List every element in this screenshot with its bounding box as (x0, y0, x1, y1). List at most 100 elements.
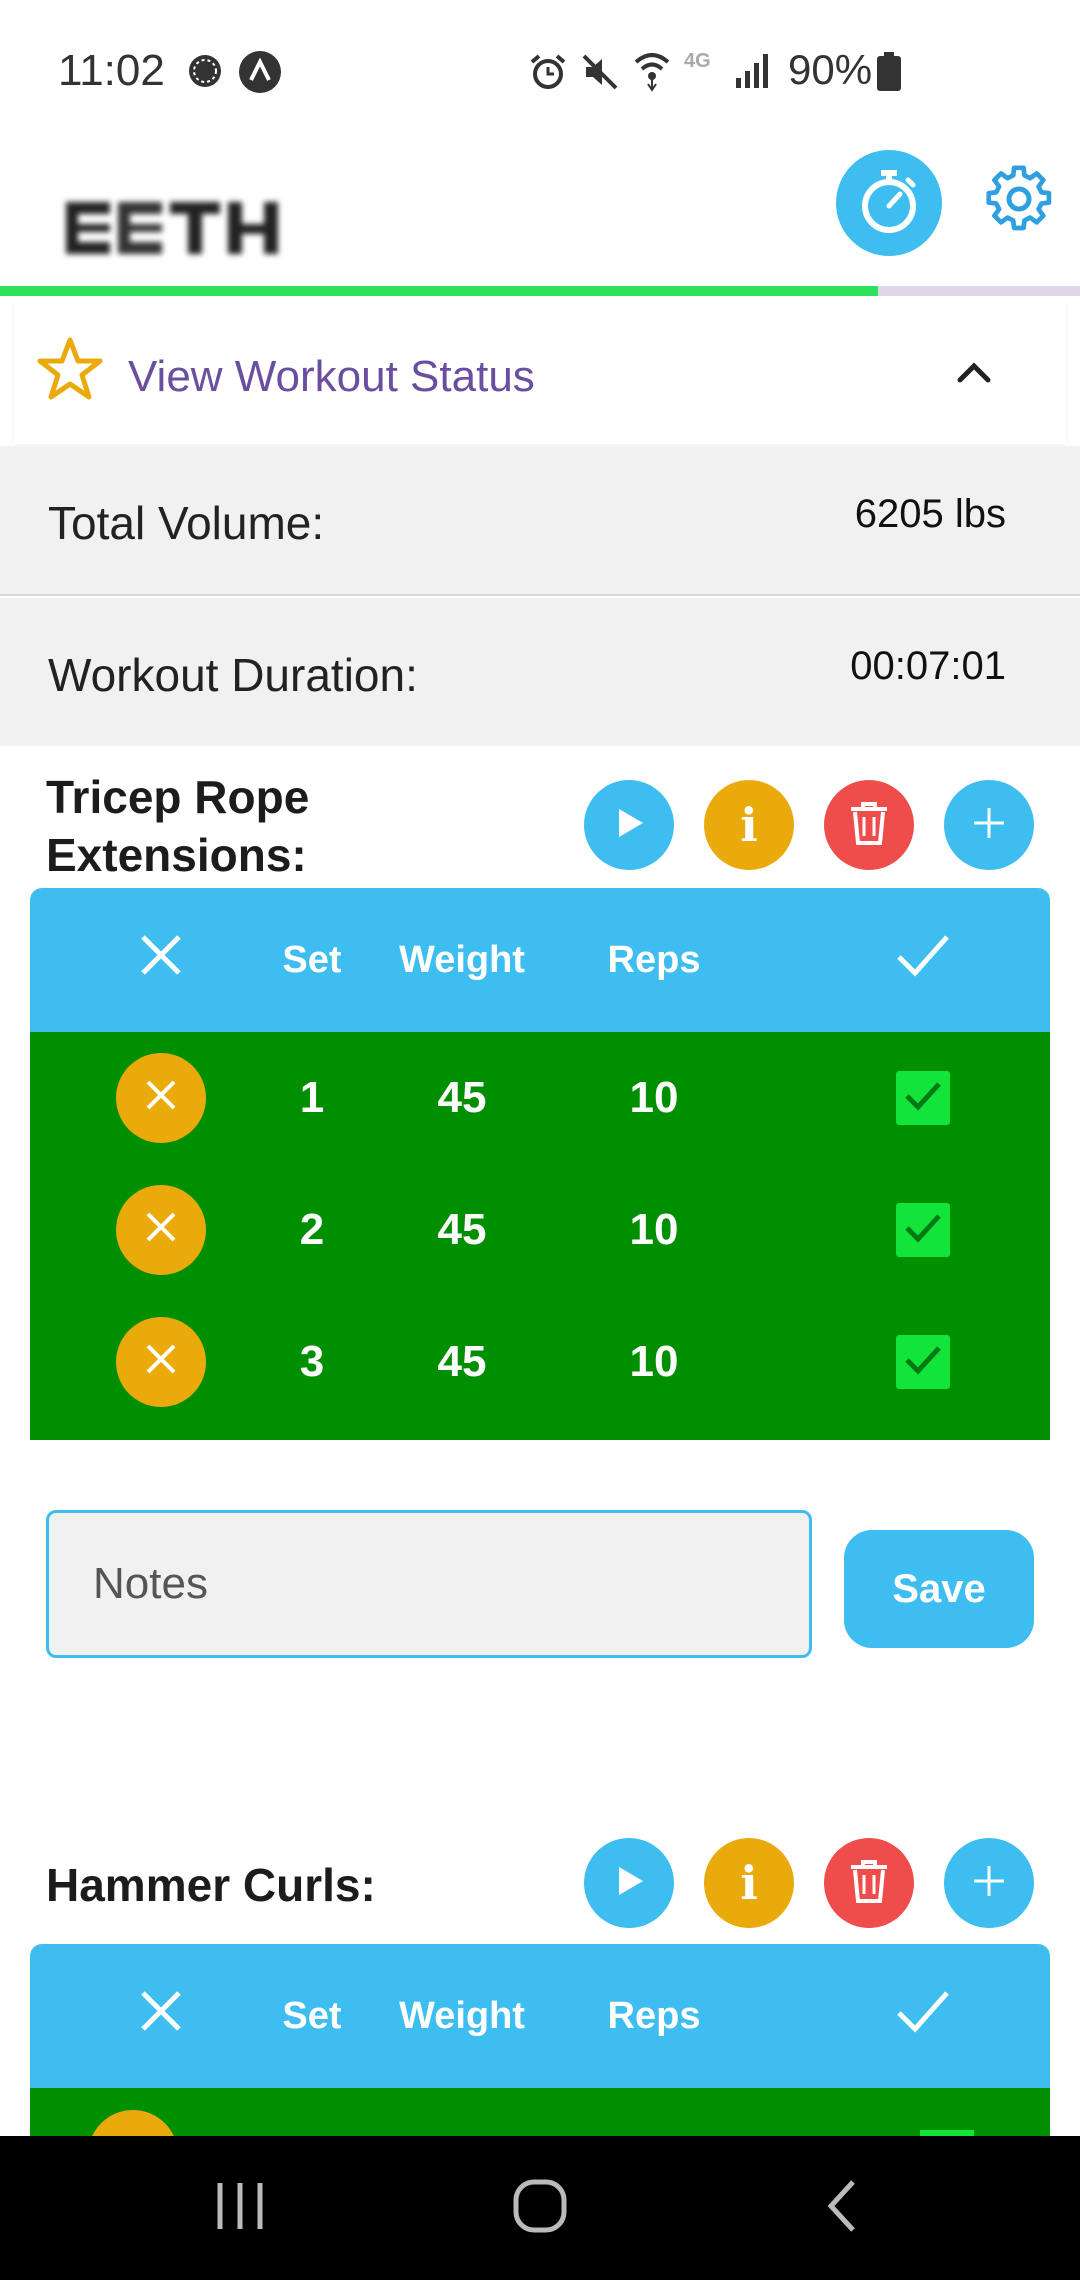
column-header-set: Set (282, 1994, 342, 2037)
sets-table-body (30, 2088, 1050, 2136)
sets-table-body: 1 45 10 2 45 10 3 45 10 (30, 1032, 1050, 1440)
add-set-button[interactable] (944, 780, 1034, 870)
home-icon (512, 2178, 568, 2239)
save-notes-button[interactable]: Save (844, 1530, 1034, 1648)
timer-button[interactable] (836, 150, 942, 256)
workout-status-toggle[interactable]: View Workout Status (14, 300, 1066, 444)
app-logo (60, 188, 294, 266)
exercise-title-line1: Tricep Rope (46, 771, 310, 823)
remove-set-button[interactable] (88, 2110, 178, 2136)
settings-button[interactable] (982, 164, 1056, 238)
workout-duration-value: 00:07:01 (850, 644, 1006, 688)
wifi-icon (632, 48, 672, 97)
play-icon (611, 805, 647, 846)
exercise-info-button[interactable]: i (704, 780, 794, 870)
remove-set-button[interactable] (116, 1185, 206, 1275)
checkmark-icon (895, 931, 951, 989)
stopwatch-icon (858, 168, 920, 239)
remove-set-button[interactable] (116, 1317, 206, 1407)
column-header-weight: Weight (399, 1994, 525, 2037)
signal-icon (734, 50, 774, 95)
set-reps[interactable]: 10 (554, 1296, 754, 1428)
home-button[interactable] (450, 2136, 630, 2280)
notes-input[interactable] (46, 1510, 812, 1658)
trash-icon (849, 1858, 889, 1909)
sets-table-header: Set Weight Reps (30, 1944, 1050, 2088)
workout-progress-bar (0, 286, 1080, 296)
set-complete-checkbox[interactable] (896, 1335, 950, 1389)
checkmark-icon (904, 1337, 942, 1387)
battery-icon (876, 52, 902, 97)
status-time: 11:02 (58, 46, 165, 95)
workout-progress-fill (0, 286, 879, 296)
column-header-set: Set (282, 938, 342, 981)
set-reps[interactable]: 10 (554, 1032, 754, 1164)
table-row: 2 45 10 (30, 1164, 1050, 1296)
status-bar: 11:02 4G 90% (0, 0, 1080, 140)
exercise-title-line2: Extensions: (46, 829, 307, 881)
close-icon (144, 1073, 178, 1123)
clear-sets-button[interactable] (68, 1944, 254, 2088)
messenger-icon (186, 52, 224, 95)
remove-set-button[interactable] (116, 1053, 206, 1143)
sets-table: Set Weight Reps 1 45 10 2 45 10 3 45 10 (30, 888, 1050, 1440)
workout-duration-row: Workout Duration: 00:07:01 (0, 598, 1080, 746)
exercise-title: Hammer Curls: (46, 1859, 376, 1911)
total-volume-label: Total Volume: (48, 497, 325, 549)
close-icon (137, 1987, 185, 2045)
set-number: 1 (299, 1073, 325, 1122)
complete-all-button[interactable] (830, 1944, 1016, 2088)
mute-icon (580, 52, 620, 97)
set-complete-checkbox[interactable] (896, 1203, 950, 1257)
set-weight[interactable]: 45 (370, 1164, 554, 1296)
table-row: 1 45 10 (30, 1032, 1050, 1164)
set-weight[interactable]: 45 (370, 1296, 554, 1428)
exercise-title: Tricep Rope Extensions: (46, 768, 309, 884)
app-icon (238, 50, 282, 99)
set-number: 3 (299, 1337, 325, 1386)
start-exercise-button[interactable] (584, 1838, 674, 1928)
exercise-info-button[interactable]: i (704, 1838, 794, 1928)
delete-exercise-button[interactable] (824, 1838, 914, 1928)
close-icon (144, 1205, 178, 1255)
set-weight[interactable]: 45 (370, 1032, 554, 1164)
close-icon (144, 1337, 178, 1387)
workout-duration-label: Workout Duration: (48, 649, 418, 701)
checkmark-icon (904, 1073, 942, 1123)
info-icon: i (740, 1856, 758, 1910)
delete-exercise-button[interactable] (824, 780, 914, 870)
set-number: 2 (299, 1205, 325, 1254)
total-volume-value: 6205 lbs (854, 492, 1006, 536)
checkmark-icon (895, 1987, 951, 2045)
gear-icon (985, 164, 1053, 238)
column-header-weight: Weight (399, 938, 525, 981)
plus-icon (970, 804, 1008, 847)
plus-icon (970, 1862, 1008, 1905)
start-exercise-button[interactable] (584, 780, 674, 870)
checkmark-icon (904, 1205, 942, 1255)
back-icon (825, 2178, 859, 2239)
complete-all-button[interactable] (830, 888, 1016, 1032)
recent-apps-icon (214, 2179, 266, 2238)
workout-status-title: View Workout Status (128, 352, 535, 401)
clear-sets-button[interactable] (68, 888, 254, 1032)
4g-icon: 4G (684, 50, 711, 72)
sets-table: Set Weight Reps (30, 1944, 1050, 2136)
total-volume-row: Total Volume: 6205 lbs (0, 446, 1080, 596)
add-set-button[interactable] (944, 1838, 1034, 1928)
sets-table-header: Set Weight Reps (30, 888, 1050, 1032)
play-icon (611, 1863, 647, 1904)
chevron-up-icon (954, 356, 994, 391)
set-complete-checkbox[interactable] (896, 1071, 950, 1125)
set-reps[interactable]: 10 (554, 1164, 754, 1296)
trash-icon (849, 800, 889, 851)
star-icon (36, 336, 104, 407)
back-button[interactable] (752, 2136, 932, 2280)
app-header (0, 140, 1080, 286)
column-header-reps: Reps (607, 938, 701, 981)
close-icon (137, 931, 185, 989)
recent-apps-button[interactable] (150, 2136, 330, 2280)
battery-percent: 90% (788, 46, 873, 93)
info-icon: i (740, 798, 758, 852)
system-nav-bar (0, 2136, 1080, 2280)
